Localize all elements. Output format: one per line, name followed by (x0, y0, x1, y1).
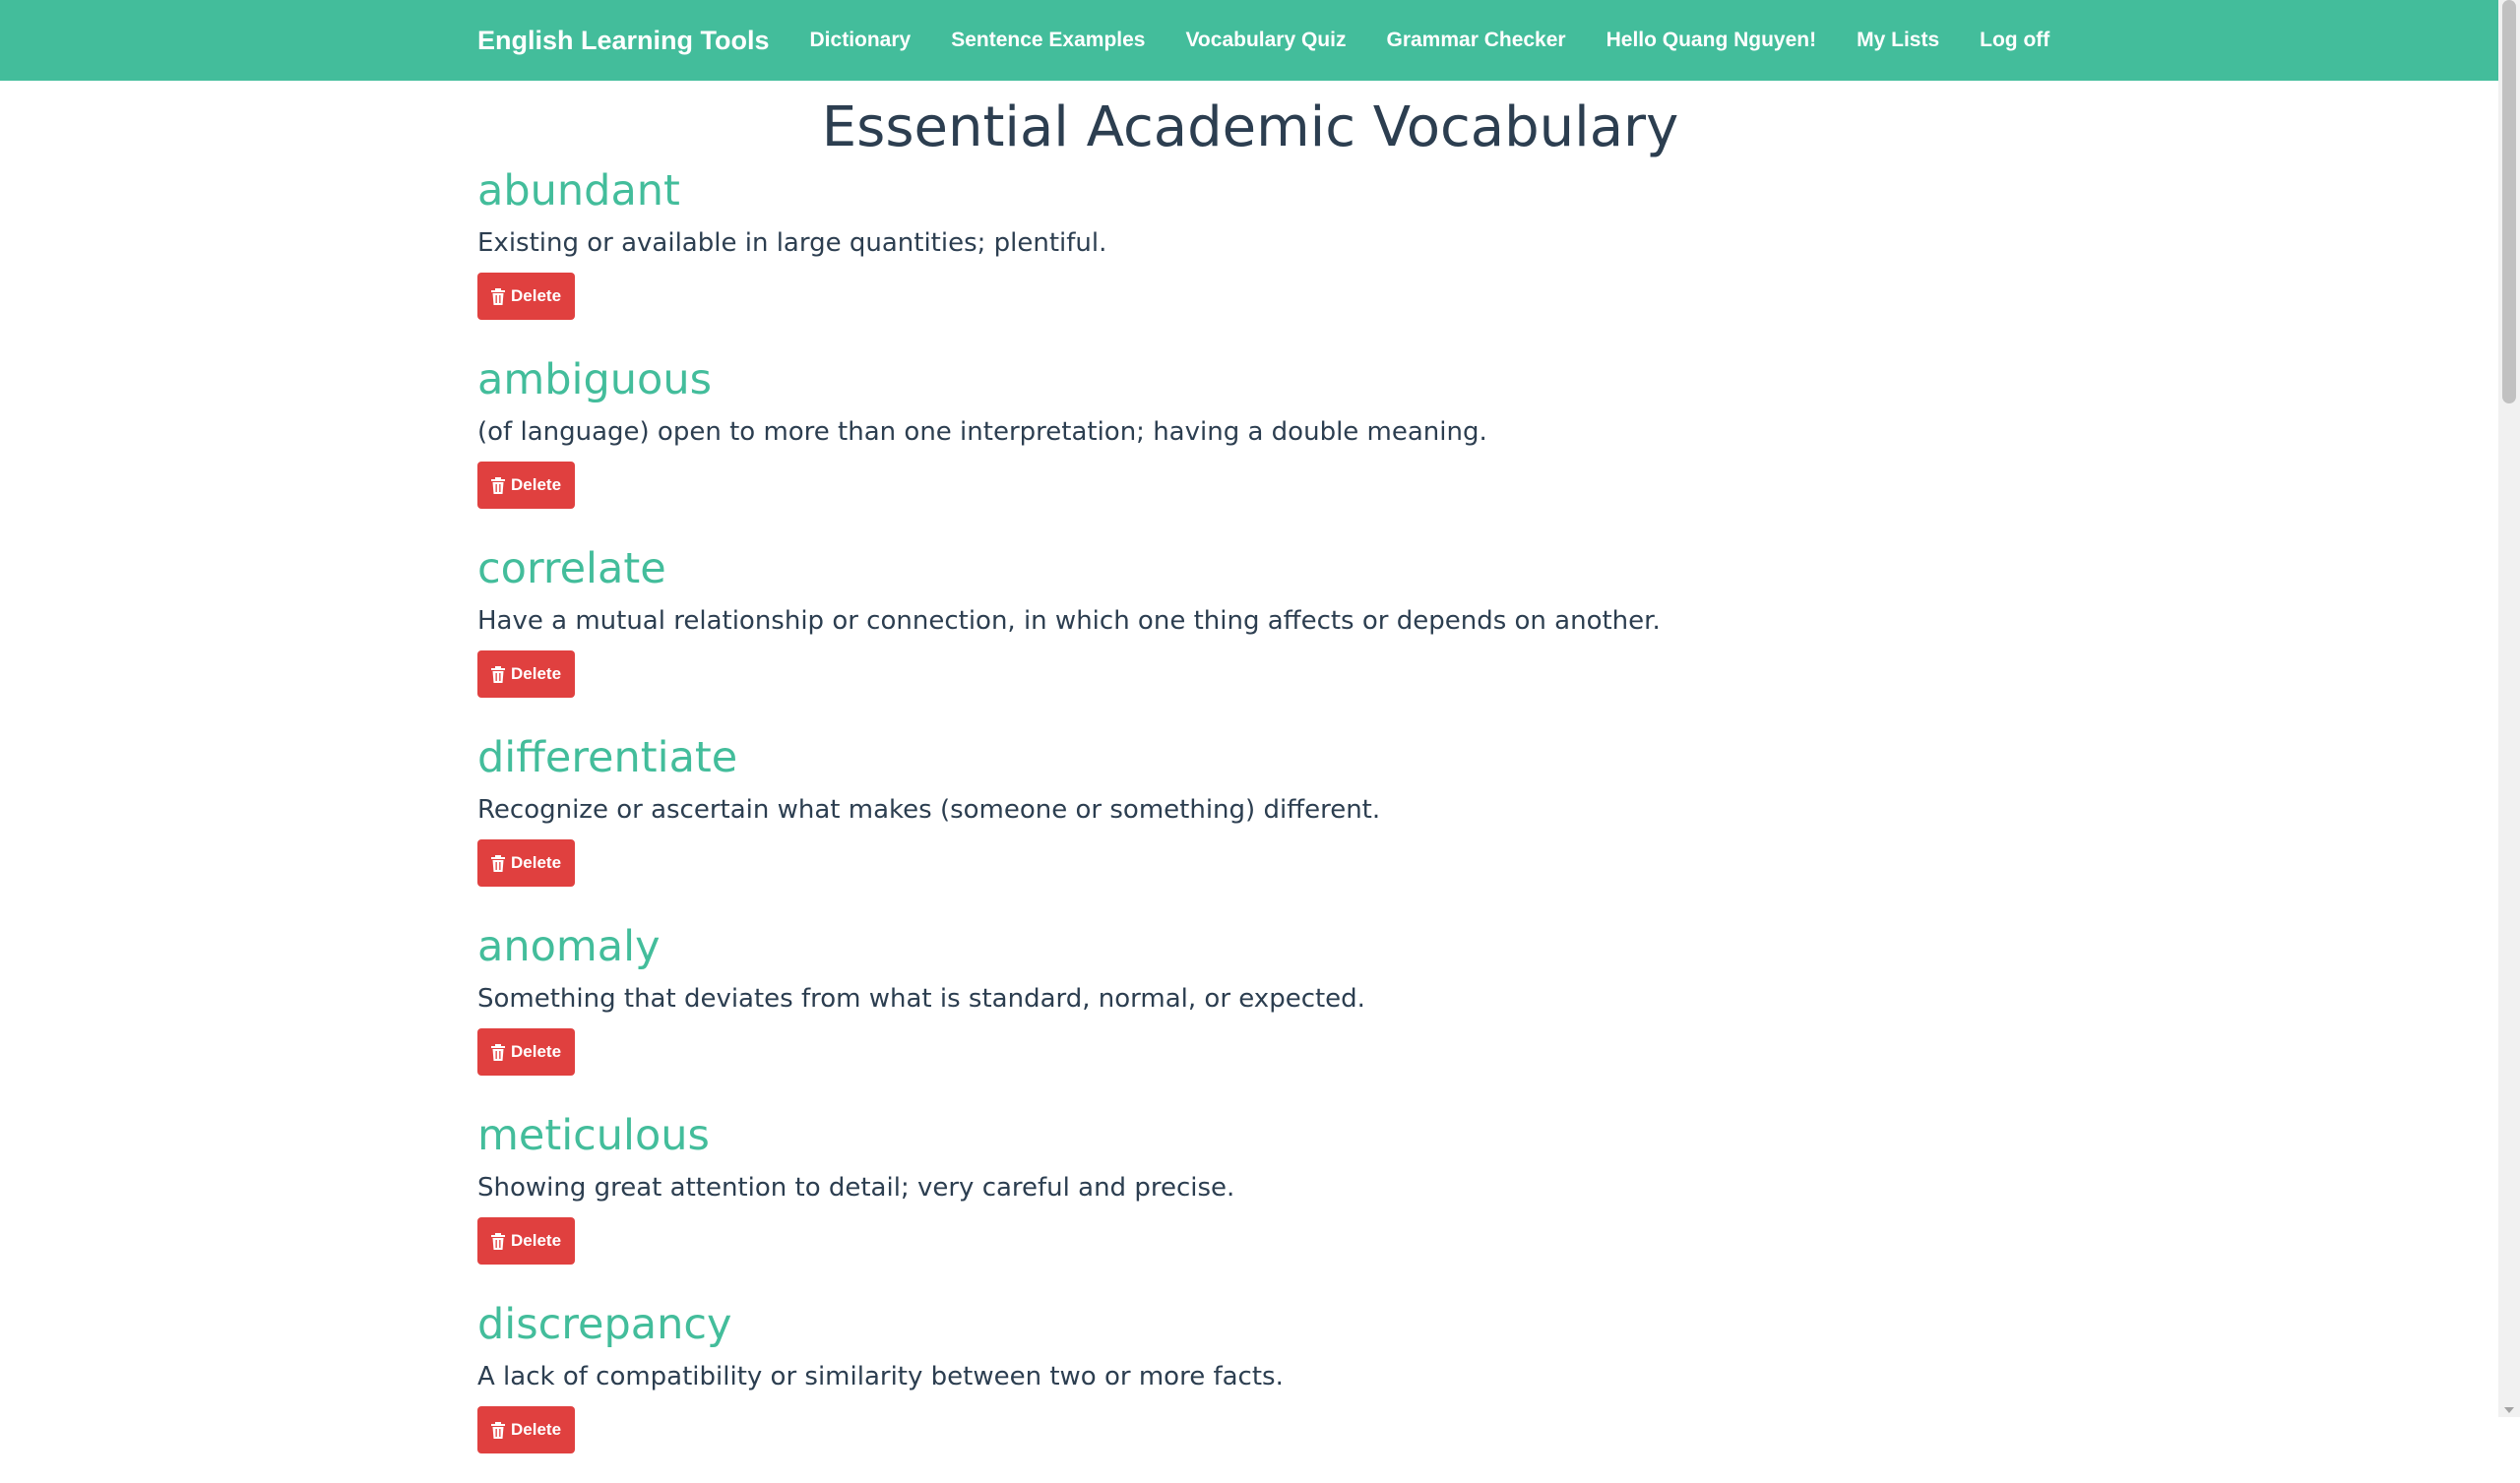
delete-button[interactable]: Delete (477, 273, 576, 321)
delete-button-label: Delete (511, 1042, 562, 1062)
vocab-entry: differentiate Recognize or ascertain wha… (477, 737, 2023, 916)
top-navbar: English Learning Tools Dictionary Senten… (0, 0, 2498, 81)
trash-icon (491, 665, 505, 683)
vocab-word: abundant (477, 166, 680, 216)
navbar-inner: English Learning Tools Dictionary Senten… (477, 0, 2049, 81)
vocab-entry: correlate Have a mutual relationship or … (477, 548, 2023, 727)
nav-link-user-greeting[interactable]: Hello Quang Nguyen! (1606, 29, 1817, 52)
trash-icon (491, 287, 505, 305)
vocab-definition: Have a mutual relationship or connection… (477, 606, 1661, 637)
delete-button[interactable]: Delete (477, 1028, 576, 1077)
main-content: Essential Academic Vocabulary abundant E… (477, 81, 2023, 1483)
trash-icon (491, 1043, 505, 1061)
vocab-definition: Recognize or ascertain what makes (someo… (477, 795, 1381, 826)
scrollbar-thumb[interactable] (2502, 0, 2516, 403)
delete-button[interactable]: Delete (477, 462, 576, 510)
page-title: Essential Academic Vocabulary (821, 95, 1679, 159)
vertical-scrollbar[interactable] (2498, 0, 2520, 1417)
scroll-down-arrow-icon[interactable] (2504, 1407, 2514, 1413)
nav-link-grammar-checker[interactable]: Grammar Checker (1386, 29, 1565, 52)
nav-link-dictionary[interactable]: Dictionary (810, 29, 912, 52)
delete-button[interactable]: Delete (477, 1406, 576, 1454)
delete-button-label: Delete (511, 286, 562, 306)
trash-icon (491, 476, 505, 494)
nav-link-my-lists[interactable]: My Lists (1857, 29, 1939, 52)
vocab-word: anomaly (477, 922, 661, 972)
delete-button-label: Delete (511, 1231, 562, 1251)
vocab-word: meticulous (477, 1111, 710, 1161)
trash-icon (491, 1232, 505, 1250)
nav-link-vocabulary-quiz[interactable]: Vocabulary Quiz (1185, 29, 1346, 52)
vocab-definition: Showing great attention to detail; very … (477, 1173, 1235, 1204)
nav-link-log-off[interactable]: Log off (1980, 29, 2049, 52)
vocab-word: discrepancy (477, 1300, 732, 1350)
vocab-entry: ambiguous (of language) open to more tha… (477, 359, 2023, 538)
delete-button-label: Delete (511, 475, 562, 495)
vocab-entry: abundant Existing or available in large … (477, 170, 2023, 349)
navbar-right: Hello Quang Nguyen! My Lists Log off (1606, 29, 2050, 52)
trash-icon (491, 1421, 505, 1439)
vocab-word: correlate (477, 544, 666, 594)
vocab-word: ambiguous (477, 355, 712, 405)
vocab-entry: meticulous Showing great attention to de… (477, 1115, 2023, 1294)
vocab-word: differentiate (477, 733, 738, 783)
vocab-definition: A lack of compatibility or similarity be… (477, 1362, 1284, 1392)
delete-button-label: Delete (511, 853, 562, 873)
vocab-definition: Existing or available in large quantitie… (477, 228, 1107, 259)
vocab-entry: discrepancy A lack of compatibility or s… (477, 1304, 2023, 1483)
nav-link-sentence-examples[interactable]: Sentence Examples (951, 29, 1145, 52)
vocab-definition: Something that deviates from what is sta… (477, 984, 1365, 1015)
delete-button[interactable]: Delete (477, 1217, 576, 1266)
delete-button-label: Delete (511, 1420, 562, 1440)
vocab-entry: anomaly Something that deviates from wha… (477, 926, 2023, 1105)
brand-link[interactable]: English Learning Tools (477, 26, 770, 56)
trash-icon (491, 854, 505, 872)
vocab-definition: (of language) open to more than one inte… (477, 417, 1487, 448)
delete-button[interactable]: Delete (477, 839, 576, 888)
delete-button[interactable]: Delete (477, 650, 576, 699)
delete-button-label: Delete (511, 664, 562, 684)
